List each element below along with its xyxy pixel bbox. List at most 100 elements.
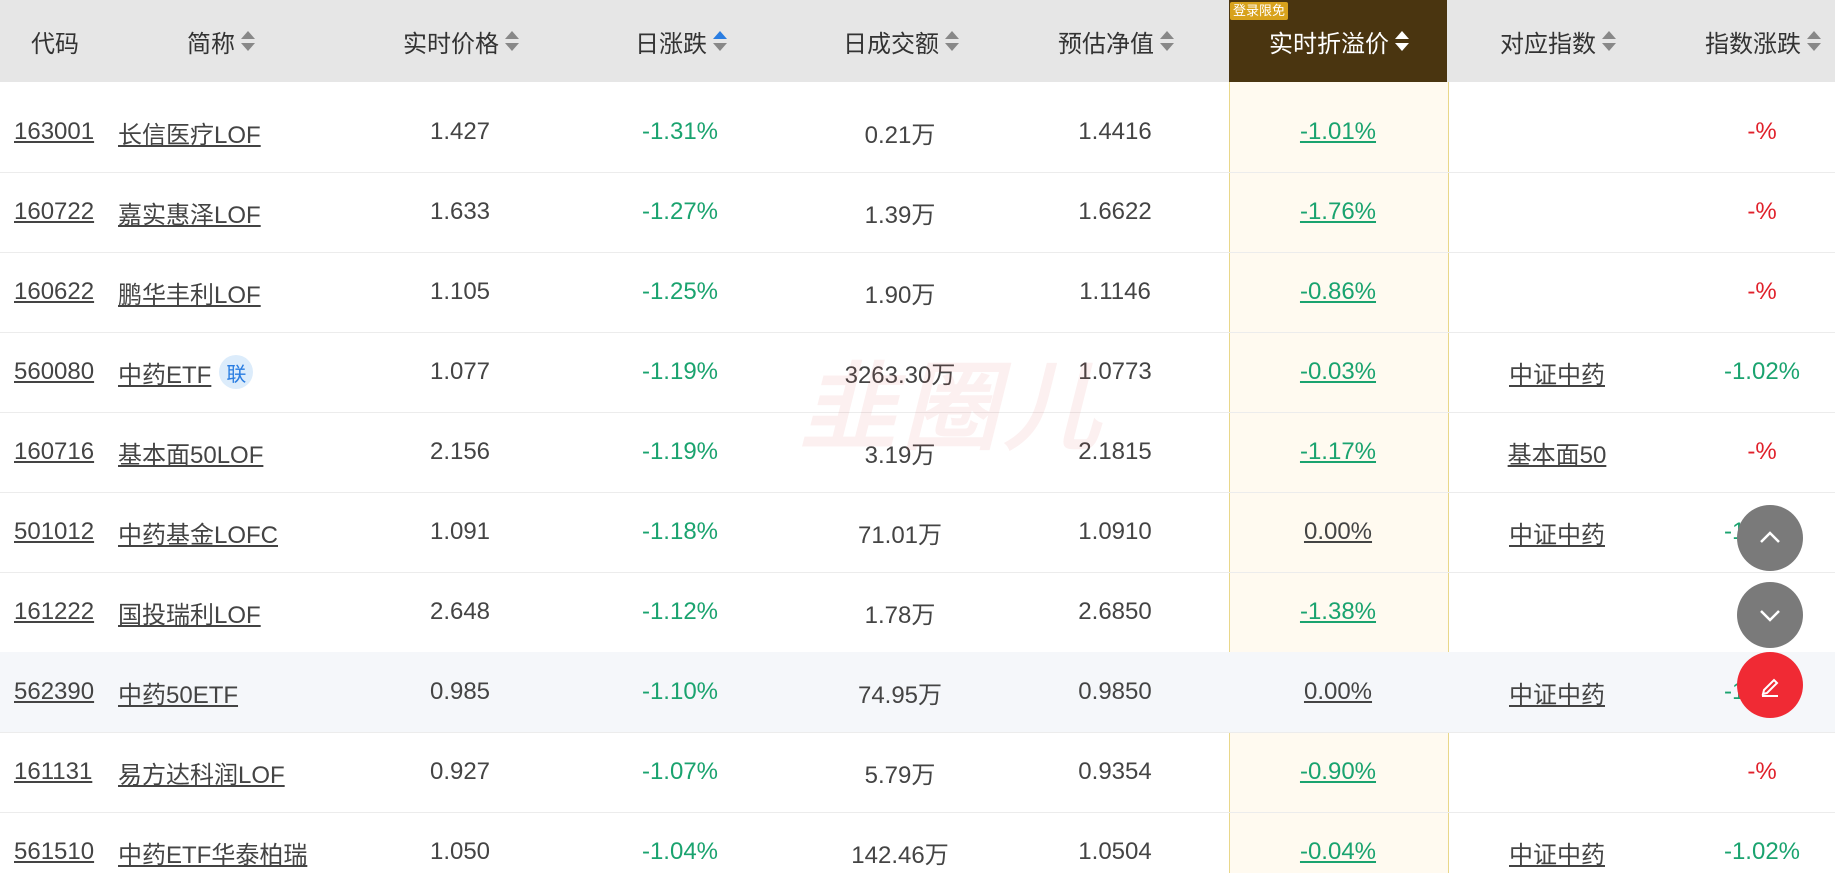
premium-cell: -0.90% bbox=[1229, 732, 1447, 812]
price-value: 1.633 bbox=[429, 198, 491, 225]
index-cell bbox=[1447, 732, 1667, 812]
nav-cell: 1.0773 bbox=[1000, 332, 1230, 412]
price-cell: 0.927 bbox=[360, 732, 560, 812]
price-cell: 0.985 bbox=[360, 652, 560, 732]
code-cell: 161131 bbox=[14, 732, 114, 812]
table-row[interactable]: 161222 国投瑞利LOF 2.648 -1.12% 1.78万 2.6850 -1.38… bbox=[0, 572, 1835, 653]
scroll-down-button[interactable] bbox=[1737, 582, 1803, 648]
fund-code-link[interactable]: 501012 bbox=[14, 518, 94, 546]
column-header-4[interactable]: 日成交额 bbox=[800, 0, 1000, 82]
index-link[interactable]: 中证中药 bbox=[1509, 675, 1605, 710]
index-link[interactable]: 中证中药 bbox=[1509, 515, 1605, 550]
column-header-5[interactable]: 预估净值 bbox=[1000, 0, 1230, 82]
column-header-0: 代码 bbox=[0, 0, 110, 82]
price-cell: 2.648 bbox=[360, 572, 560, 652]
index-link[interactable]: 中证中药 bbox=[1509, 835, 1605, 870]
fund-code-link[interactable]: 160722 bbox=[14, 198, 94, 226]
nav-value: 2.6850 bbox=[1078, 598, 1152, 625]
name-cell: 中药ETF华泰柏瑞 bbox=[118, 812, 378, 873]
name-cell: 鹏华丰利LOF bbox=[118, 252, 378, 332]
fund-name-link[interactable]: 鹏华丰利LOF bbox=[118, 275, 261, 310]
index-change-value: -1.02% bbox=[1723, 358, 1801, 385]
table-row[interactable]: 560080 中药ETF 联 1.077 -1.19% 3263.30万 1.0773 -0.… bbox=[0, 332, 1835, 413]
table-row[interactable]: 160622 鹏华丰利LOF 1.105 -1.25% 1.90万 1.1146 -0.86… bbox=[0, 252, 1835, 333]
premium-link[interactable]: 0.00% bbox=[1304, 518, 1372, 546]
price-cell: 1.077 bbox=[360, 332, 560, 412]
price-value: 0.927 bbox=[429, 758, 491, 785]
table-row[interactable]: 501012 中药基金LOFC 1.091 -1.18% 71.01万 1.0910 0.0… bbox=[0, 492, 1835, 573]
volume-value: 0.21万 bbox=[864, 121, 936, 149]
change-cell: -1.04% bbox=[560, 812, 800, 873]
code-cell: 160716 bbox=[14, 412, 114, 492]
code-cell: 163001 bbox=[14, 92, 114, 172]
index-link[interactable]: 中证中药 bbox=[1509, 355, 1605, 390]
volume-value: 1.90万 bbox=[864, 281, 936, 309]
table-row[interactable]: 562390 中药50ETF 0.985 -1.10% 74.95万 0.9850 0.00… bbox=[0, 652, 1835, 733]
volume-cell: 5.79万 bbox=[800, 732, 1000, 812]
premium-link[interactable]: -1.76% bbox=[1300, 198, 1376, 226]
fund-name-link[interactable]: 中药50ETF bbox=[118, 675, 238, 710]
nav-value: 1.0773 bbox=[1078, 358, 1152, 385]
fund-name-link[interactable]: 中药基金LOFC bbox=[118, 515, 278, 550]
fund-code-link[interactable]: 163001 bbox=[14, 118, 94, 146]
index-change-value: -% bbox=[1747, 758, 1777, 785]
login-free-badge: 登录限免 bbox=[1230, 2, 1289, 20]
premium-link[interactable]: -1.01% bbox=[1300, 118, 1376, 146]
fund-code-link[interactable]: 160622 bbox=[14, 278, 94, 306]
column-header-1[interactable]: 简称 bbox=[120, 0, 320, 82]
price-cell: 1.091 bbox=[360, 492, 560, 572]
premium-link[interactable]: -0.86% bbox=[1300, 278, 1376, 306]
fund-name-link[interactable]: 嘉实惠泽LOF bbox=[118, 195, 261, 230]
fund-code-link[interactable]: 560080 bbox=[14, 358, 94, 386]
nav-value: 1.4416 bbox=[1078, 118, 1152, 145]
index-change-cell: -% bbox=[1667, 172, 1835, 252]
table-row[interactable]: 160716 基本面50LOF 2.156 -1.19% 3.19万 2.1815 -1.1… bbox=[0, 412, 1835, 493]
table-row[interactable]: 161131 易方达科润LOF 0.927 -1.07% 5.79万 0.9354 -0.9… bbox=[0, 732, 1835, 813]
column-header-3[interactable]: 日涨跌 bbox=[560, 0, 800, 82]
fund-name-link[interactable]: 中药ETF华泰柏瑞 bbox=[118, 835, 307, 870]
premium-link[interactable]: -0.04% bbox=[1300, 838, 1376, 866]
premium-cell: -0.03% bbox=[1229, 332, 1447, 412]
table-row[interactable]: 163001 长信医疗LOF 1.427 -1.31% 0.21万 1.4416 -1.01… bbox=[0, 92, 1835, 173]
fund-code-link[interactable]: 561510 bbox=[14, 838, 94, 866]
premium-link[interactable]: -1.38% bbox=[1300, 598, 1376, 626]
premium-link[interactable]: -0.90% bbox=[1300, 758, 1376, 786]
table-row[interactable]: 561510 中药ETF华泰柏瑞 1.050 -1.04% 142.46万 1.0504 -… bbox=[0, 812, 1835, 873]
fund-code-link[interactable]: 562390 bbox=[14, 678, 94, 706]
linked-fund-badge[interactable]: 联 bbox=[219, 355, 254, 389]
edit-button[interactable] bbox=[1737, 652, 1803, 718]
index-change-value: -% bbox=[1747, 198, 1777, 225]
index-change-cell: -% bbox=[1667, 732, 1835, 812]
premium-link[interactable]: 0.00% bbox=[1304, 678, 1372, 706]
fund-name-link[interactable]: 国投瑞利LOF bbox=[118, 595, 261, 630]
nav-value: 1.0910 bbox=[1078, 518, 1152, 545]
premium-link[interactable]: -1.17% bbox=[1300, 438, 1376, 466]
sort-icon bbox=[505, 30, 519, 52]
fund-name-link[interactable]: 易方达科润LOF bbox=[118, 755, 285, 790]
fund-code-link[interactable]: 160716 bbox=[14, 438, 94, 466]
sort-icon bbox=[1395, 30, 1409, 52]
price-cell: 1.633 bbox=[360, 172, 560, 252]
index-link[interactable]: 基本面50 bbox=[1508, 435, 1607, 470]
fund-name-link[interactable]: 长信医疗LOF bbox=[118, 115, 261, 150]
volume-cell: 1.78万 bbox=[800, 572, 1000, 652]
column-header-label: 预估净值 bbox=[1058, 30, 1154, 58]
column-header-7[interactable]: 对应指数 bbox=[1447, 0, 1667, 82]
nav-value: 0.9354 bbox=[1078, 758, 1152, 785]
fund-code-link[interactable]: 161131 bbox=[14, 758, 92, 786]
index-cell: 中证中药 bbox=[1447, 492, 1667, 572]
index-change-cell: -1.02% bbox=[1667, 332, 1835, 412]
column-header-2[interactable]: 实时价格 bbox=[360, 0, 560, 82]
fund-name-link[interactable]: 中药ETF bbox=[118, 355, 211, 390]
scroll-up-button[interactable] bbox=[1737, 505, 1803, 571]
table-row[interactable]: 160722 嘉实惠泽LOF 1.633 -1.27% 1.39万 1.6622 -1.76… bbox=[0, 172, 1835, 253]
volume-value: 5.79万 bbox=[864, 761, 936, 789]
fund-name-link[interactable]: 基本面50LOF bbox=[118, 435, 263, 470]
fund-code-link[interactable]: 161222 bbox=[14, 598, 94, 626]
index-cell: 中证中药 bbox=[1447, 332, 1667, 412]
premium-link[interactable]: -0.03% bbox=[1300, 358, 1376, 386]
change-cell: -1.25% bbox=[560, 252, 800, 332]
index-change-value: -% bbox=[1747, 278, 1777, 305]
column-header-8[interactable]: 指数涨跌 bbox=[1667, 0, 1835, 82]
price-cell: 2.156 bbox=[360, 412, 560, 492]
